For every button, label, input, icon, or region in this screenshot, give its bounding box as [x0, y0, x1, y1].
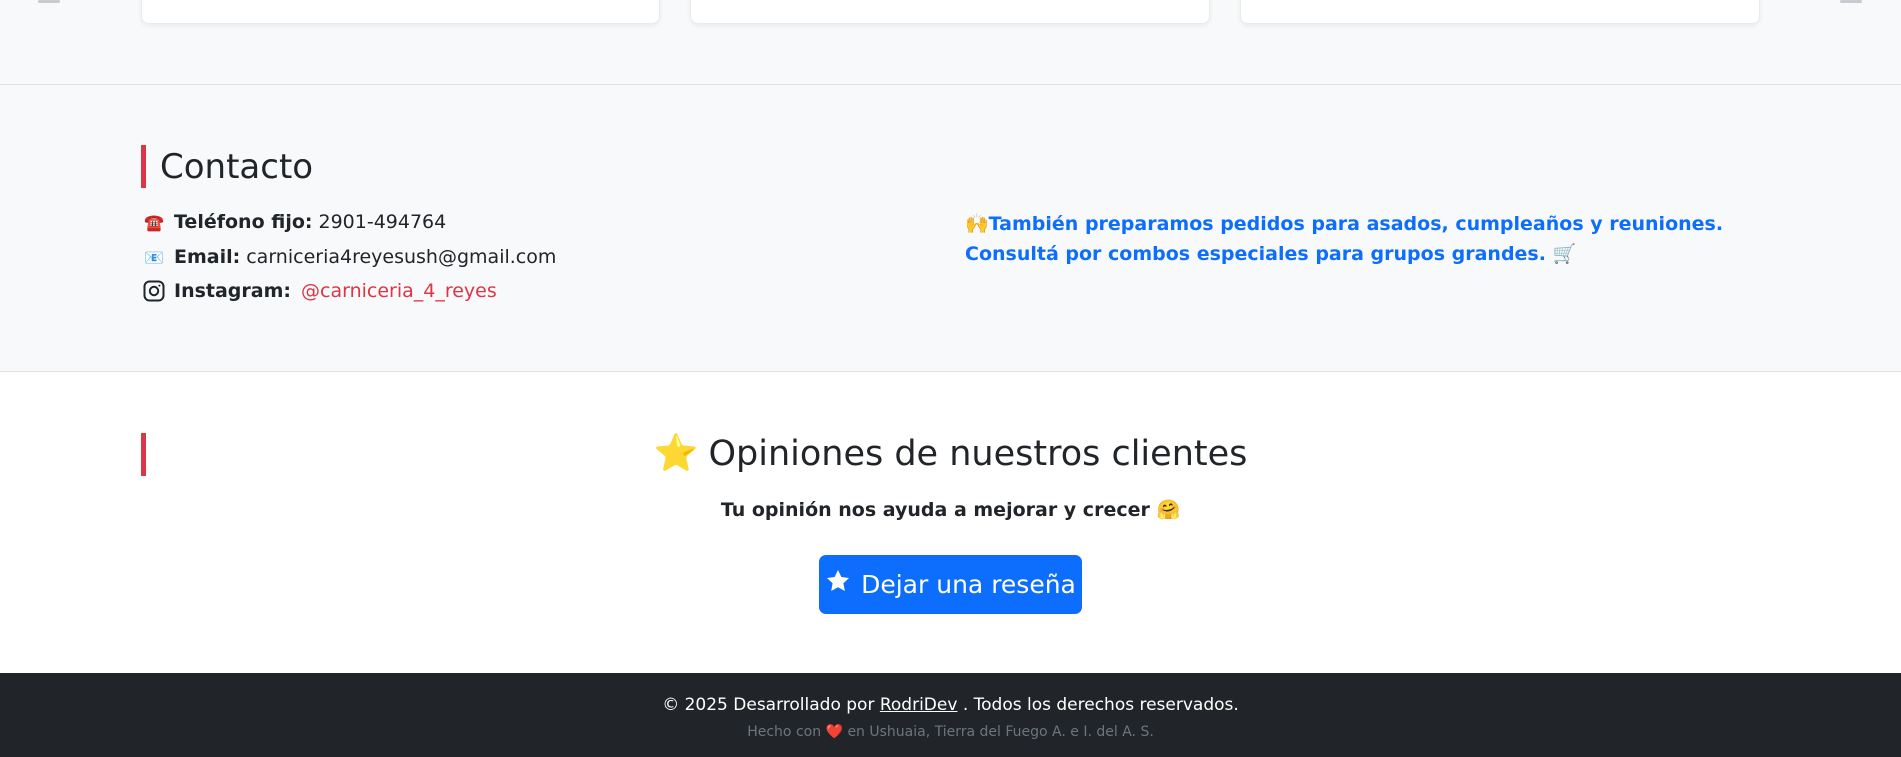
footer-made-in: Hecho con ❤️ en Ushuaia, Tierra del Fueg…: [0, 724, 1901, 740]
copyright-suffix: . Todos los derechos reservados.: [962, 695, 1239, 715]
cards-section-remnant: [0, 0, 1901, 85]
reviews-subtitle: Tu opinión nos ayuda a mejorar y crecer …: [0, 498, 1901, 521]
contact-instagram: Instagram: @carniceria_4_reyes: [142, 279, 497, 303]
raising-hands-emoji: 🙌: [965, 213, 989, 235]
phone-value: 2901-494764: [318, 211, 447, 233]
leave-review-label: Dejar una reseña: [861, 570, 1076, 599]
copyright-prefix: © 2025 Desarrollado por: [662, 695, 875, 715]
contact-heading: Contacto: [141, 145, 313, 188]
contact-phone: ☎️ Teléfono fijo: 2901-494764: [142, 210, 446, 234]
made-prefix: Hecho con: [747, 724, 822, 740]
hugging-face-emoji: 🤗: [1156, 499, 1181, 521]
shopping-cart-emoji: 🛒: [1552, 243, 1577, 265]
reviews-subtitle-text: Tu opinión nos ayuda a mejorar y crecer: [720, 499, 1150, 521]
instagram-label: Instagram:: [174, 280, 291, 302]
instagram-icon: [142, 279, 166, 303]
carousel-prev-edge[interactable]: [38, 0, 60, 4]
contact-section: Contacto ☎️ Teléfono fijo: 2901-494764 📧…: [0, 85, 1901, 372]
author-link[interactable]: RodriDev: [880, 695, 958, 715]
instagram-link[interactable]: @carniceria_4_reyes: [301, 280, 497, 302]
contact-title: Contacto: [160, 146, 314, 187]
star-icon: [825, 568, 851, 601]
footer-copyright: © 2025 Desarrollado por RodriDev . Todos…: [0, 695, 1901, 715]
product-card: [690, 0, 1210, 24]
leave-review-button[interactable]: Dejar una reseña: [819, 555, 1082, 614]
promo-text: 🙌También preparamos pedidos para asados,…: [965, 209, 1765, 269]
reviews-title: ⭐ Opiniones de nuestros clientes: [0, 432, 1901, 474]
made-suffix: en Ushuaia, Tierra del Fuego A. e I. del…: [847, 724, 1154, 740]
email-value: carniceria4reyesush@gmail.com: [246, 246, 557, 268]
telephone-icon: ☎️: [144, 212, 164, 232]
heart-icon: ❤️: [825, 724, 843, 740]
heading-accent-bar: [141, 145, 146, 188]
reviews-title-text: Opiniones de nuestros clientes: [708, 434, 1248, 474]
contact-email: 📧 Email: carniceria4reyesush@gmail.com: [142, 245, 556, 269]
promo-message: También preparamos pedidos para asados, …: [965, 213, 1724, 265]
carousel-next-edge[interactable]: [1840, 0, 1862, 4]
email-label: Email:: [174, 246, 241, 268]
footer: © 2025 Desarrollado por RodriDev . Todos…: [0, 673, 1901, 757]
envelope-icon: 📧: [144, 247, 164, 267]
reviews-section: ⭐ Opiniones de nuestros clientes Tu opini…: [0, 372, 1901, 673]
star-icon: ⭐: [653, 433, 699, 474]
product-card: [1240, 0, 1760, 24]
product-card: [141, 0, 660, 24]
phone-label: Teléfono fijo:: [174, 211, 313, 233]
